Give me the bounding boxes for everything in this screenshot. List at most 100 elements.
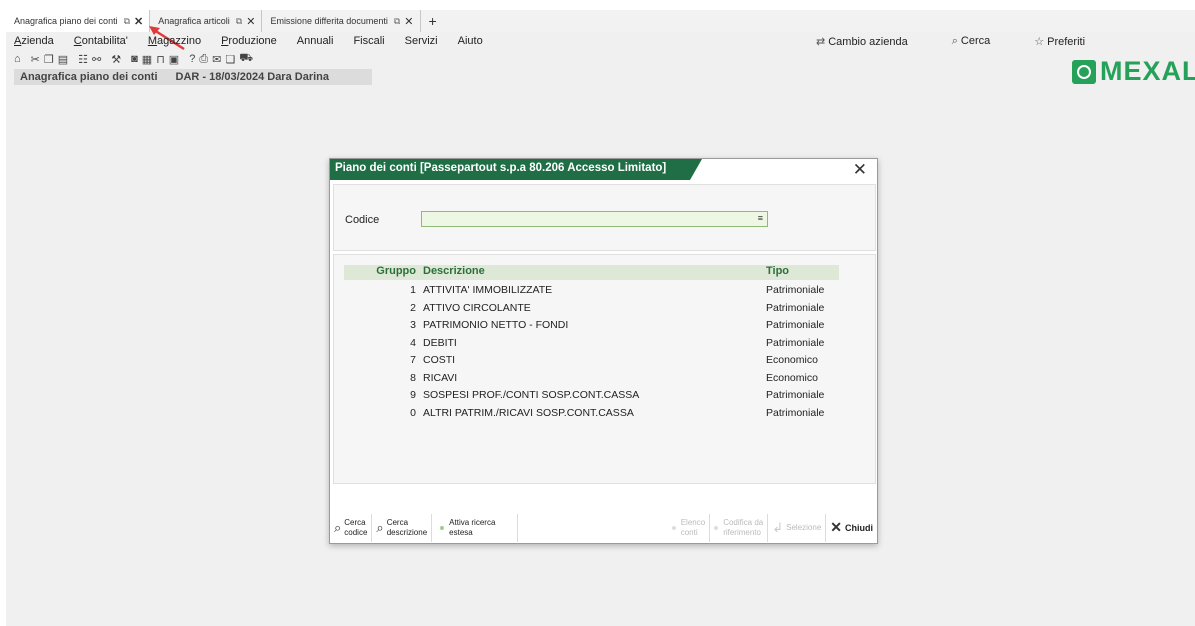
calculator-icon[interactable]: ▣	[169, 53, 179, 66]
menu-produzione[interactable]: Produzione	[221, 35, 277, 47]
search-icon: ⌕	[334, 519, 342, 535]
app-window: Anagrafica piano dei conti ⧉ ✕ Anagrafic…	[6, 10, 1195, 626]
table-row[interactable]: 7 COSTI Economico	[344, 352, 839, 370]
return-icon: ↲	[772, 519, 784, 535]
cell-tipo: Economico	[766, 371, 818, 384]
tab-label: Emissione differita documenti	[270, 16, 388, 26]
cut-icon[interactable]: ✂	[31, 53, 40, 66]
menu-azienda[interactable]: Azienda	[14, 35, 54, 47]
logo-mark-icon	[1072, 59, 1096, 84]
menu-aiuto[interactable]: Aiuto	[458, 35, 483, 47]
cerca-codice-button[interactable]: ⌕ Cerca codice	[330, 513, 373, 542]
menu-contabilita[interactable]: Contabilita'	[74, 35, 128, 47]
attiva-ricerca-estesa-button[interactable]: Attiva ricerca estesa	[432, 513, 519, 542]
cell-gruppo: 8	[410, 371, 416, 384]
cell-tipo: Patrimoniale	[766, 336, 825, 349]
camera-icon[interactable]: ◙	[131, 53, 138, 65]
cell-tipo: Patrimoniale	[766, 406, 825, 419]
elenco-conti-button[interactable]: Elenco conti	[668, 513, 711, 542]
close-tab-icon[interactable]: ✕	[246, 15, 255, 28]
menu-icon[interactable]: ≡	[758, 213, 763, 223]
tab-emissione-differita[interactable]: Emissione differita documenti ⧉ ✕	[262, 10, 421, 32]
cell-gruppo: 4	[410, 336, 416, 349]
search-icon: ⌕	[376, 519, 384, 535]
btn-line: Codifica da	[723, 517, 764, 527]
column-descrizione[interactable]: Descrizione	[423, 265, 485, 277]
calendar-icon[interactable]: ▦	[142, 53, 152, 66]
codice-input[interactable]: ≡	[421, 211, 768, 227]
cambio-azienda-label: Cambio azienda	[828, 35, 908, 48]
paste-icon[interactable]: ▤	[58, 53, 68, 66]
chiudi-button[interactable]: ✕ Chiudi	[826, 514, 877, 542]
menu-bar: Azienda Contabilita' Magazzino Produzion…	[14, 32, 503, 50]
results-panel: Gruppo Descrizione Tipo 1 ATTIVITA' IMMOB…	[333, 254, 876, 484]
preferiti-button[interactable]: ☆ Preferiti	[1034, 35, 1107, 48]
tab-anagrafica-piano-conti[interactable]: Anagrafica piano dei conti ⧉ ✕	[6, 10, 151, 32]
dialog-footer: ⌕ Cerca codice ⌕ Cerca descrizione Attiva …	[330, 511, 877, 544]
pin-icon[interactable]: ⧉	[124, 16, 130, 27]
mail-icon[interactable]: ✉	[212, 53, 221, 66]
btn-line: codice	[344, 527, 368, 537]
logo-text: MEXAL	[1100, 56, 1195, 86]
close-tab-icon[interactable]: ✕	[404, 15, 413, 28]
table-row[interactable]: 4 DEBITI Patrimoniale	[344, 335, 839, 353]
table-row[interactable]: 0 ALTRI PATRIM./RICAVI SOSP.CONT.CASSA Pat…	[344, 405, 839, 423]
close-icon: ✕	[830, 519, 842, 535]
home-icon[interactable]: ⌂	[14, 53, 21, 65]
table-row[interactable]: 3 PATRIMONIO NETTO - FONDI Patrimoniale	[344, 317, 839, 335]
tools-icon[interactable]: ⚒	[111, 53, 121, 66]
mexal-logo: MEXAL	[1072, 56, 1195, 87]
menu-annuali[interactable]: Annuali	[297, 35, 334, 47]
menu-magazzino[interactable]: Magazzino	[148, 35, 201, 47]
selezione-button[interactable]: ↲ Selezione	[768, 513, 827, 542]
btn-line: conti	[680, 527, 698, 537]
codice-label: Codice	[345, 214, 380, 226]
cell-tipo: Patrimoniale	[766, 301, 825, 314]
column-tipo[interactable]: Tipo	[766, 265, 789, 277]
btn-line: descrizione	[386, 527, 428, 537]
cell-gruppo: 0	[410, 406, 416, 419]
btn-line: Elenco	[680, 517, 706, 527]
cart-icon[interactable]: ⛟	[239, 52, 253, 66]
codifica-riferimento-button[interactable]: Codifica da riferimento	[710, 513, 769, 542]
help-icon[interactable]: ?	[189, 53, 195, 65]
cerca-descrizione-button[interactable]: ⌕ Cerca descrizione	[372, 513, 433, 542]
dialog-title: Piano dei conti [Passepartout s.p.a 80.2…	[335, 162, 667, 174]
menu-fiscali[interactable]: Fiscali	[353, 35, 384, 47]
piano-conti-dialog: Piano dei conti [Passepartout s.p.a 80.2…	[329, 158, 878, 544]
table-row[interactable]: 1 ATTIVITA' IMMOBILIZZATE Patrimoniale	[344, 282, 839, 300]
network-icon[interactable]: ⚯	[92, 53, 101, 66]
cell-descrizione: RICAVI	[423, 371, 458, 384]
pin-icon[interactable]: ⧉	[394, 16, 400, 27]
menu-servizi[interactable]: Servizi	[405, 35, 438, 47]
lock-icon[interactable]: ⊓	[156, 53, 165, 66]
cell-tipo: Economico	[766, 354, 818, 366]
close-tab-icon[interactable]: ✕	[134, 15, 143, 28]
btn-line: Attiva ricerca	[449, 517, 496, 527]
table-row[interactable]: 8 RICAVI Economico	[344, 370, 839, 388]
table-body: 1 ATTIVITA' IMMOBILIZZATE Patrimoniale 2 AT…	[344, 282, 839, 422]
print-icon[interactable]: ⎙	[199, 53, 208, 66]
cell-descrizione: ATTIVITA' IMMOBILIZZATE	[423, 284, 553, 296]
close-dialog-icon[interactable]: ✕	[853, 160, 867, 180]
cell-gruppo: 9	[410, 389, 416, 401]
column-gruppo[interactable]: Gruppo	[344, 265, 416, 277]
cell-descrizione: ATTIVO CIRCOLANTE	[423, 301, 531, 314]
table-row[interactable]: 2 ATTIVO CIRCOLANTE Patrimoniale	[344, 300, 839, 318]
context-info: DAR - 18/03/2024 Dara Darina	[175, 71, 329, 83]
cell-gruppo: 3	[410, 319, 416, 331]
copy-icon[interactable]: ❐	[44, 53, 54, 66]
cell-tipo: Patrimoniale	[766, 284, 825, 296]
pin-icon[interactable]: ⧉	[236, 16, 242, 27]
add-tab-button[interactable]: +	[421, 13, 445, 29]
status-dot-icon	[671, 525, 676, 530]
cell-gruppo: 7	[410, 354, 416, 366]
table-row[interactable]: 9 SOSPESI PROF./CONTI SOSP.CONT.CASSA Patr…	[344, 387, 839, 405]
cell-descrizione: SOSPESI PROF./CONTI SOSP.CONT.CASSA	[423, 389, 640, 401]
cell-descrizione: COSTI	[423, 354, 456, 366]
cambio-azienda-button[interactable]: ⇄ Cambio azienda	[816, 35, 930, 48]
cerca-button[interactable]: ⌕ Cerca	[952, 35, 1013, 48]
tree-icon[interactable]: ☷	[78, 53, 88, 66]
switch-company-icon: ⇄	[816, 35, 826, 48]
documents-icon[interactable]: ❏	[225, 53, 235, 66]
